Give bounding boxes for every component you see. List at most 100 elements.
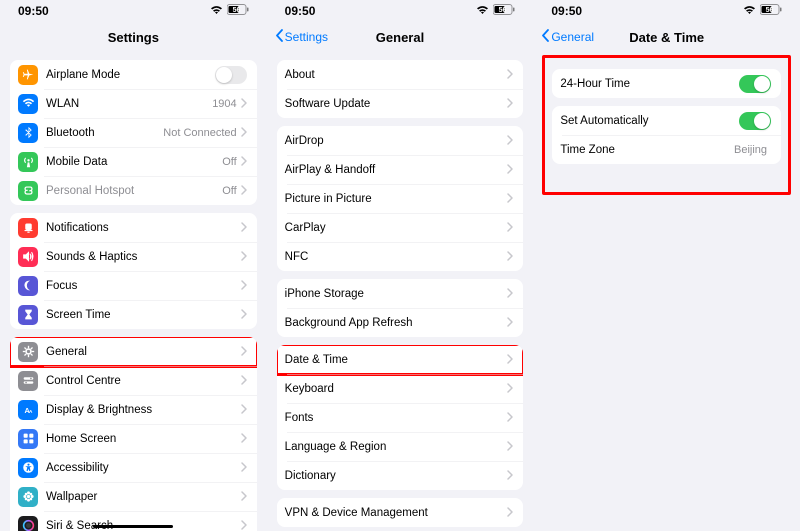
svg-text:56: 56 — [499, 7, 507, 14]
settings-row[interactable]: Personal HotspotOff — [10, 176, 257, 205]
settings-row[interactable]: Focus — [10, 271, 257, 300]
settings-row[interactable]: Screen Time — [10, 300, 257, 329]
wifi-status-icon — [743, 4, 756, 18]
chevron-right-icon — [507, 97, 513, 111]
home-indicator[interactable] — [93, 525, 173, 528]
general-list: About Software Update AirDropAirPlay & Han… — [267, 52, 534, 531]
row-label: Time Zone — [560, 144, 734, 156]
link-icon — [18, 181, 38, 201]
settings-row[interactable]: Home Screen — [10, 424, 257, 453]
row-label: Date & Time — [285, 354, 508, 366]
chevron-right-icon — [241, 250, 247, 264]
settings-row[interactable]: Notifications — [10, 213, 257, 242]
settings-row[interactable]: AirPlay & Handoff — [277, 155, 524, 184]
settings-row[interactable]: VPN & Device Management — [277, 498, 524, 527]
row-value: Not Connected — [163, 127, 236, 139]
settings-row[interactable]: General — [10, 337, 257, 366]
header: Settings General — [267, 22, 534, 52]
hourglass-icon — [18, 305, 38, 325]
settings-row[interactable]: Language & Region — [277, 432, 524, 461]
chevron-right-icon — [241, 403, 247, 417]
settings-row[interactable]: Picture in Picture — [277, 184, 524, 213]
toggle-switch[interactable] — [739, 112, 771, 130]
screen-settings: 09:50 56 Settings Airplane ModeWLAN1904B… — [0, 0, 267, 531]
chevron-right-icon — [241, 221, 247, 235]
chevron-right-icon — [241, 345, 247, 359]
settings-row[interactable]: Dictionary — [277, 461, 524, 490]
svg-text:56: 56 — [232, 7, 240, 14]
settings-row[interactable]: Set Automatically — [552, 106, 781, 135]
flower-icon — [18, 487, 38, 507]
settings-group: AirDropAirPlay & HandoffPicture in Pictu… — [277, 126, 524, 271]
settings-row[interactable]: NFC — [277, 242, 524, 271]
settings-group: 24-Hour Time — [552, 69, 781, 98]
airplane-icon — [18, 65, 38, 85]
chevron-right-icon — [507, 440, 513, 454]
chevron-right-icon — [507, 411, 513, 425]
switch-icon — [18, 371, 38, 391]
back-button[interactable]: Settings — [275, 29, 328, 45]
row-label: Notifications — [46, 222, 241, 234]
row-label: Keyboard — [285, 383, 508, 395]
toggle-switch[interactable] — [215, 66, 247, 84]
row-label: Focus — [46, 280, 241, 292]
back-label: General — [551, 30, 594, 44]
settings-list: Airplane ModeWLAN1904BluetoothNot Connec… — [0, 52, 267, 531]
settings-row[interactable]: BluetoothNot Connected — [10, 118, 257, 147]
svg-text:56: 56 — [766, 7, 774, 14]
settings-row[interactable]: Airplane Mode — [10, 60, 257, 89]
svg-text:A: A — [28, 409, 32, 415]
chevron-right-icon — [507, 163, 513, 177]
row-label: About — [285, 69, 508, 81]
chevron-right-icon — [241, 432, 247, 446]
back-label: Settings — [285, 30, 328, 44]
row-label: Background App Refresh — [285, 317, 508, 329]
settings-row[interactable]: AADisplay & Brightness — [10, 395, 257, 424]
screen-general: 09:50 56 Settings General About Software … — [267, 0, 534, 531]
chevron-right-icon — [241, 184, 247, 198]
bluetooth-icon — [18, 123, 38, 143]
status-time: 09:50 — [285, 4, 316, 18]
settings-group: Date & Time Keyboard FontsLanguage & Regio… — [277, 345, 524, 490]
settings-row[interactable]: 24-Hour Time — [552, 69, 781, 98]
settings-row[interactable]: Fonts — [277, 403, 524, 432]
settings-row[interactable]: Accessibility — [10, 453, 257, 482]
settings-row[interactable]: Date & Time — [277, 345, 524, 374]
settings-row[interactable]: About — [277, 60, 524, 89]
settings-row[interactable]: Keyboard — [277, 374, 524, 403]
row-label: Sounds & Haptics — [46, 251, 241, 263]
back-button[interactable]: General — [541, 29, 594, 45]
page-title: General — [376, 30, 424, 45]
settings-row[interactable]: WLAN1904 — [10, 89, 257, 118]
settings-row[interactable]: Mobile DataOff — [10, 147, 257, 176]
toggle-switch[interactable] — [739, 75, 771, 93]
chevron-right-icon — [507, 221, 513, 235]
chevron-right-icon — [507, 134, 513, 148]
settings-row[interactable]: CarPlay — [277, 213, 524, 242]
settings-row[interactable]: Control Centre — [10, 366, 257, 395]
row-label: Software Update — [285, 98, 508, 110]
chevron-right-icon — [507, 250, 513, 264]
chevron-right-icon — [241, 374, 247, 388]
antenna-icon — [18, 152, 38, 172]
settings-row[interactable]: Sounds & Haptics — [10, 242, 257, 271]
settings-row[interactable]: AirDrop — [277, 126, 524, 155]
chevron-right-icon — [241, 519, 247, 531]
settings-group: About Software Update — [277, 60, 524, 118]
settings-row[interactable]: Siri & Search — [10, 511, 257, 531]
settings-row[interactable]: Software Update — [277, 89, 524, 118]
status-time: 09:50 — [18, 4, 49, 18]
row-label: Mobile Data — [46, 156, 222, 168]
row-label: 24-Hour Time — [560, 78, 739, 90]
row-label: NFC — [285, 251, 508, 263]
row-label: VPN & Device Management — [285, 507, 508, 519]
settings-row[interactable]: iPhone Storage — [277, 279, 524, 308]
row-value: 1904 — [212, 98, 236, 110]
chevron-right-icon — [241, 155, 247, 169]
status-bar: 09:50 56 — [533, 0, 800, 22]
chevron-right-icon — [241, 279, 247, 293]
chevron-right-icon — [507, 316, 513, 330]
row-label: Control Centre — [46, 375, 241, 387]
settings-row[interactable]: Background App Refresh — [277, 308, 524, 337]
settings-row[interactable]: Wallpaper — [10, 482, 257, 511]
